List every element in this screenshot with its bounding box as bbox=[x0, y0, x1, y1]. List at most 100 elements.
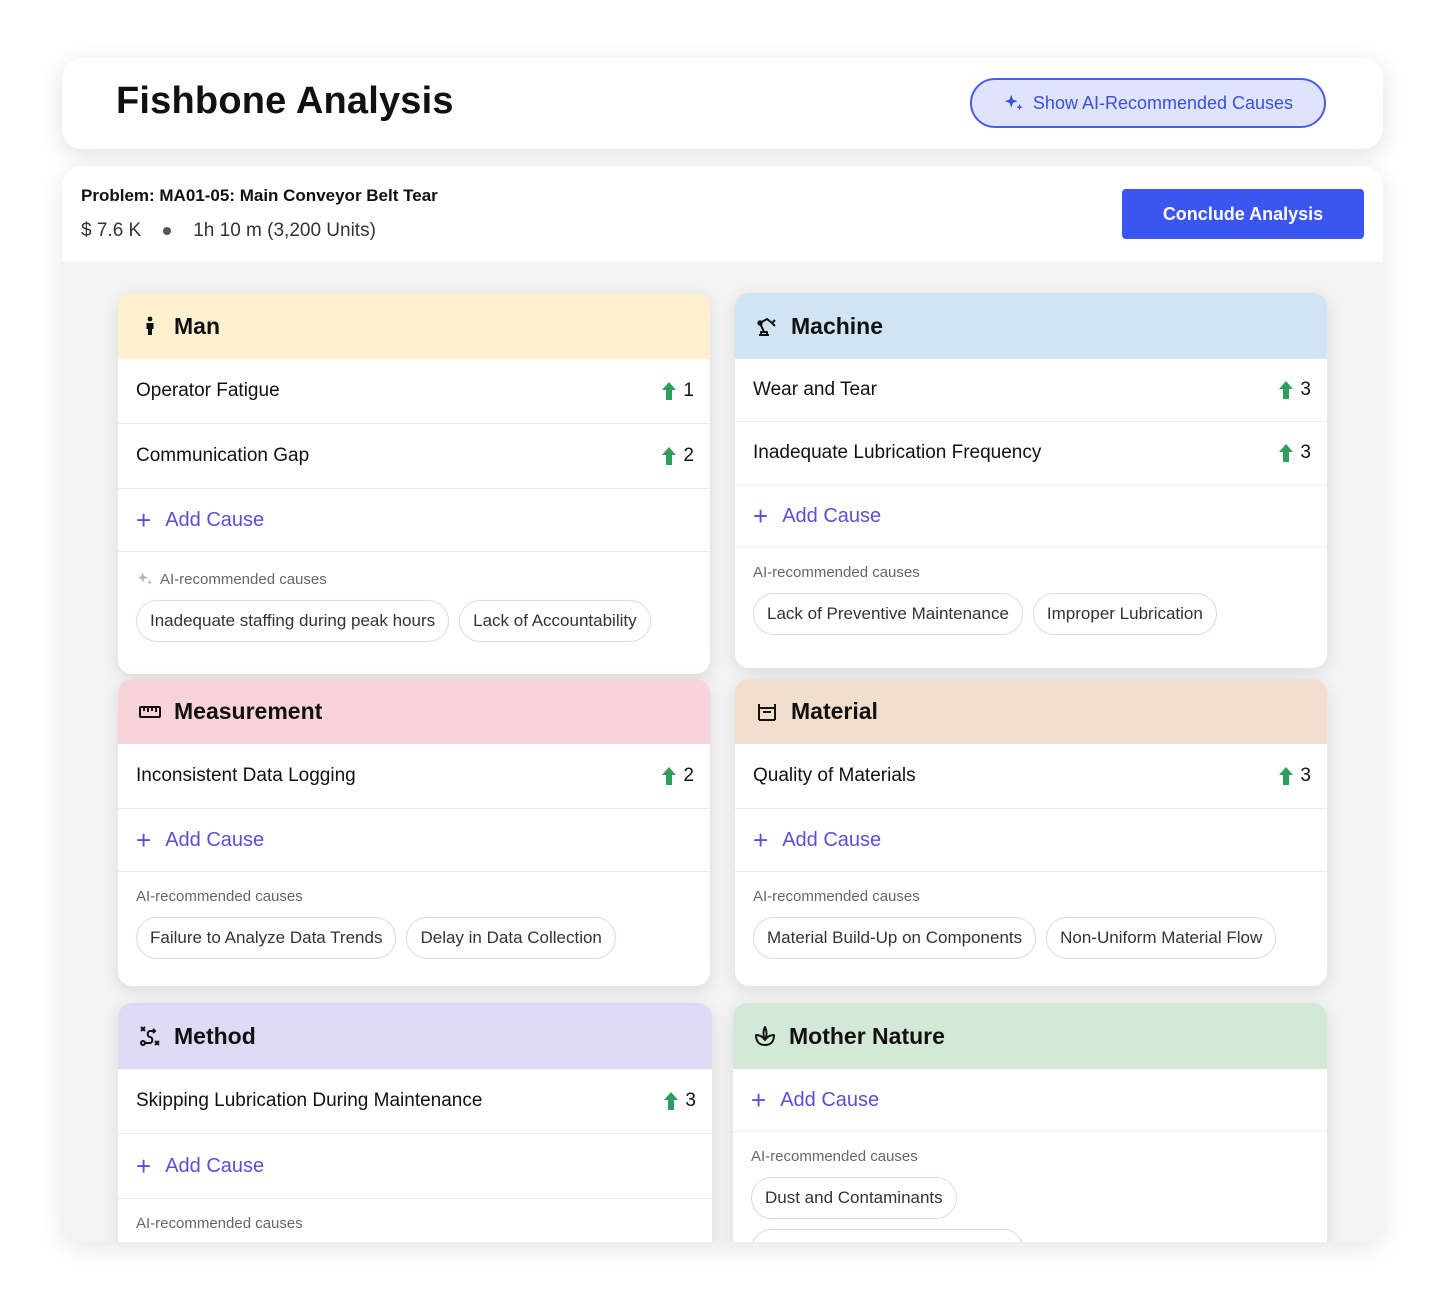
header-card: Fishbone Analysis Show AI-Recommended Ca… bbox=[62, 58, 1383, 149]
upvote-arrow-icon bbox=[1279, 381, 1294, 399]
ai-cause-chip[interactable]: Dust and Contaminants bbox=[751, 1177, 957, 1219]
ai-label: AI-recommended causes bbox=[753, 564, 920, 581]
category-header-man: Man bbox=[118, 293, 710, 359]
cause-row[interactable]: Skipping Lubrication During Maintenance … bbox=[118, 1069, 712, 1134]
add-cause-label: Add Cause bbox=[165, 508, 265, 531]
upvote-arrow-icon bbox=[1279, 444, 1294, 462]
ai-label: AI-recommended causes bbox=[136, 570, 692, 588]
category-title: Material bbox=[791, 698, 878, 724]
add-cause-label: Add Cause bbox=[780, 1088, 880, 1111]
ai-chip-list: Lack of Preventive Maintenance Improper … bbox=[753, 593, 1309, 635]
ai-recommendations: AI-recommended causes bbox=[118, 1199, 712, 1232]
ai-recommendations: AI-recommended causes Failure to Analyze… bbox=[118, 872, 710, 986]
ai-cause-chip[interactable]: Non-Uniform Material Flow bbox=[1046, 917, 1277, 959]
ai-label: AI-recommended causes bbox=[753, 888, 920, 905]
cause-row[interactable]: Wear and Tear 3 bbox=[735, 359, 1327, 422]
ai-recommendations: AI-recommended causes Lack of Preventive… bbox=[735, 548, 1327, 668]
problem-bar: Problem: MA01-05: Main Conveyor Belt Tea… bbox=[62, 166, 1383, 262]
ai-chip-list: Material Build-Up on Components Non-Unif… bbox=[753, 917, 1309, 959]
add-cause-button[interactable]: + Add Cause bbox=[118, 489, 710, 552]
upvote-arrow-icon bbox=[662, 767, 677, 785]
ruler-icon bbox=[139, 705, 161, 718]
add-cause-label: Add Cause bbox=[782, 504, 882, 527]
route-icon bbox=[140, 1026, 160, 1046]
ai-cause-chip-partial[interactable] bbox=[751, 1229, 1024, 1242]
category-header-method: Method bbox=[118, 1003, 712, 1069]
category-card-mother-nature: Mother Nature + Add Cause AI-recommended… bbox=[733, 1003, 1327, 1242]
conclude-analysis-button[interactable]: Conclude Analysis bbox=[1122, 189, 1364, 239]
leaf-icon bbox=[755, 1026, 775, 1046]
cause-row[interactable]: Inadequate Lubrication Frequency 3 bbox=[735, 422, 1327, 485]
vote-count[interactable]: 3 bbox=[663, 1090, 696, 1112]
upvote-arrow-icon bbox=[662, 382, 677, 400]
cause-row[interactable]: Operator Fatigue 1 bbox=[118, 359, 710, 424]
category-card-man: Man Operator Fatigue 1 Communication Gap… bbox=[118, 293, 710, 674]
plus-icon: + bbox=[753, 825, 769, 855]
problem-duration: 1h 10 m (3,200 Units) bbox=[193, 220, 376, 241]
category-title: Machine bbox=[791, 312, 884, 339]
category-card-measurement: Measurement Inconsistent Data Logging 2 … bbox=[118, 679, 710, 986]
add-cause-label: Add Cause bbox=[782, 828, 882, 851]
show-ai-causes-button[interactable]: Show AI-Recommended Causes bbox=[970, 78, 1326, 128]
plus-icon: + bbox=[751, 1085, 767, 1115]
separator-dot bbox=[163, 227, 172, 235]
cause-row[interactable]: Inconsistent Data Logging 2 bbox=[118, 744, 710, 809]
page-title: Fishbone Analysis bbox=[116, 80, 454, 122]
category-title: Man bbox=[174, 312, 220, 339]
ai-chip-list: Inadequate staffing during peak hours La… bbox=[136, 600, 692, 642]
problem-title: Problem: MA01-05: Main Conveyor Belt Tea… bbox=[81, 186, 438, 205]
category-title: Measurement bbox=[174, 698, 323, 724]
cause-label: Skipping Lubrication During Maintenance bbox=[136, 1090, 483, 1111]
ai-cause-chip[interactable]: Lack of Accountability bbox=[459, 600, 651, 642]
problem-cost: $ 7.6 K bbox=[81, 220, 142, 241]
ai-cause-chip[interactable]: Inadequate staffing during peak hours bbox=[136, 600, 450, 642]
ai-label: AI-recommended causes bbox=[751, 1148, 918, 1165]
ai-cause-chip[interactable]: Lack of Preventive Maintenance bbox=[753, 593, 1023, 635]
cause-label: Operator Fatigue bbox=[136, 380, 280, 401]
upvote-arrow-icon bbox=[664, 1092, 679, 1110]
ai-chip-list: Dust and Contaminants bbox=[751, 1177, 1309, 1219]
cause-row[interactable]: Communication Gap 2 bbox=[118, 424, 710, 489]
add-cause-button[interactable]: + Add Cause bbox=[118, 1134, 712, 1199]
add-cause-button[interactable]: + Add Cause bbox=[733, 1069, 1327, 1132]
category-card-method: Method Skipping Lubrication During Maint… bbox=[118, 1003, 712, 1242]
person-icon bbox=[146, 316, 154, 335]
sparkle-icon bbox=[1004, 94, 1023, 111]
vote-count[interactable]: 3 bbox=[1278, 442, 1311, 464]
ai-recommendations: AI-recommended causes Material Build-Up … bbox=[735, 872, 1327, 986]
category-title: Mother Nature bbox=[789, 1022, 945, 1049]
ai-chip-list-overflow bbox=[751, 1229, 1309, 1242]
upvote-arrow-icon bbox=[662, 447, 677, 465]
category-header-mother-nature: Mother Nature bbox=[733, 1003, 1327, 1069]
ai-label: AI-recommended causes bbox=[136, 1215, 303, 1232]
vote-count[interactable]: 3 bbox=[1278, 765, 1311, 787]
vote-count[interactable]: 3 bbox=[1278, 379, 1311, 401]
analysis-panel: Problem: MA01-05: Main Conveyor Belt Tea… bbox=[62, 166, 1383, 1242]
category-card-machine: Machine Wear and Tear 3 Inadequate Lubri… bbox=[735, 293, 1327, 668]
plus-icon: + bbox=[136, 505, 152, 535]
vote-count[interactable]: 1 bbox=[661, 380, 694, 402]
cause-label: Inadequate Lubrication Frequency bbox=[753, 442, 1042, 463]
ai-cause-chip[interactable]: Failure to Analyze Data Trends bbox=[136, 917, 397, 959]
add-cause-button[interactable]: + Add Cause bbox=[735, 485, 1327, 548]
category-header-measurement: Measurement bbox=[118, 679, 710, 744]
problem-meta: $ 7.6 K 1h 10 m (3,200 Units) bbox=[81, 220, 376, 242]
add-cause-button[interactable]: + Add Cause bbox=[735, 809, 1327, 872]
ai-label: AI-recommended causes bbox=[136, 888, 303, 905]
vote-count[interactable]: 2 bbox=[661, 445, 694, 467]
cause-label: Communication Gap bbox=[136, 445, 310, 466]
add-cause-label: Add Cause bbox=[165, 1154, 265, 1177]
robot-arm-icon bbox=[757, 318, 776, 336]
vote-count[interactable]: 2 bbox=[661, 765, 694, 787]
ai-cause-chip[interactable]: Improper Lubrication bbox=[1032, 593, 1217, 635]
cause-row[interactable]: Quality of Materials 3 bbox=[735, 744, 1327, 809]
add-cause-label: Add Cause bbox=[165, 828, 265, 851]
ai-cause-chip[interactable]: Material Build-Up on Components bbox=[753, 917, 1037, 959]
material-bin-icon bbox=[758, 703, 776, 721]
plus-icon: + bbox=[136, 1151, 152, 1181]
ai-cause-chip[interactable]: Delay in Data Collection bbox=[406, 917, 616, 959]
add-cause-button[interactable]: + Add Cause bbox=[118, 809, 710, 872]
category-header-material: Material bbox=[735, 679, 1327, 744]
cause-label: Quality of Materials bbox=[753, 765, 916, 786]
plus-icon: + bbox=[753, 501, 769, 531]
